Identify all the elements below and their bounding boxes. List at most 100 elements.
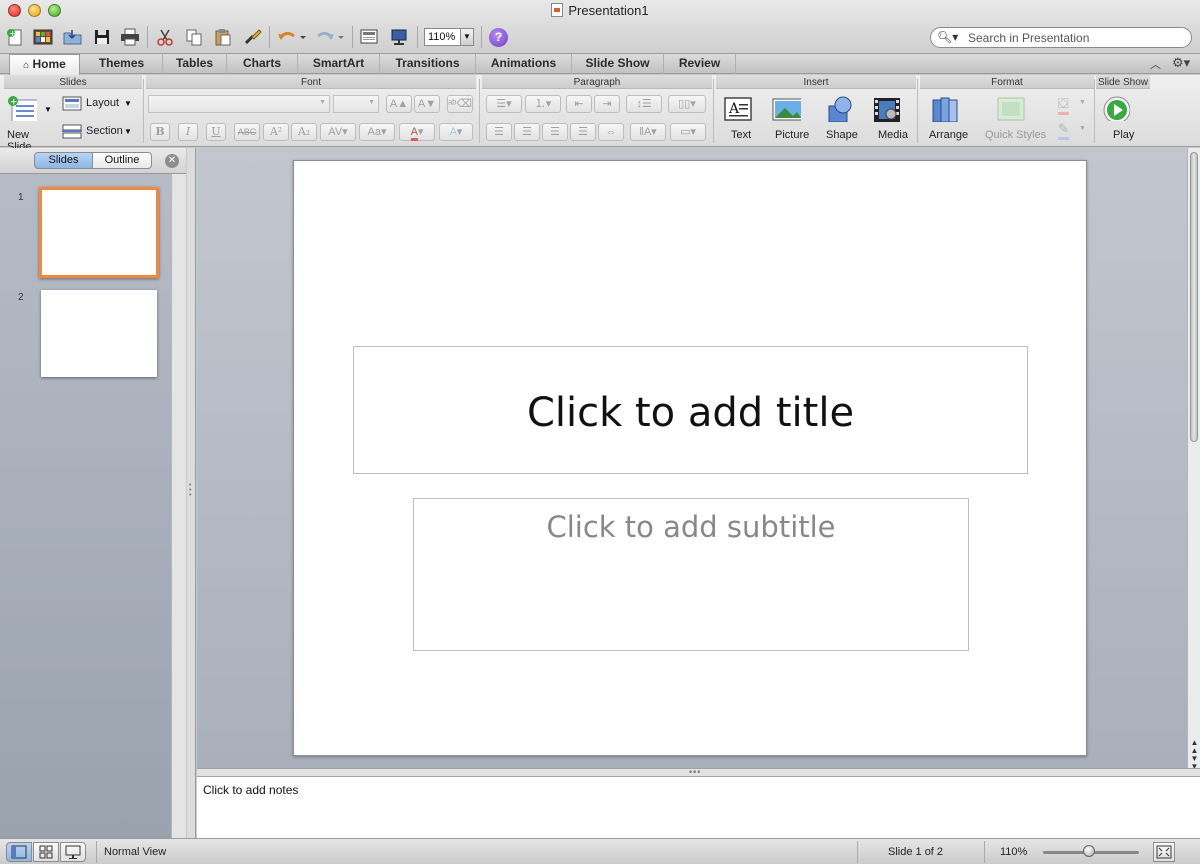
redo-button[interactable]: [313, 27, 345, 47]
columns-button[interactable]: ▯▯▾: [668, 95, 706, 113]
format-painter-button[interactable]: [242, 27, 264, 47]
layout-icon: [62, 96, 82, 111]
shape-line-button[interactable]: ✎ ▼: [1054, 121, 1090, 141]
subscript-button[interactable]: A₂: [291, 123, 317, 141]
clear-formatting-button[interactable]: ᵃᵇ⌫: [447, 95, 473, 113]
print-button[interactable]: [119, 27, 141, 47]
notes-pane[interactable]: Click to add notes: [197, 777, 1200, 838]
fit-to-window-button[interactable]: [1153, 842, 1175, 862]
increase-indent-button[interactable]: ⇥: [594, 95, 620, 113]
change-case-button[interactable]: Aa▾: [359, 123, 395, 141]
bullet-list-icon: ☰▾: [496, 98, 512, 110]
grow-font-button[interactable]: A▲: [386, 95, 412, 113]
decrease-indent-button[interactable]: ⇤: [566, 95, 592, 113]
align-center-button[interactable]: ☰: [514, 123, 540, 141]
paste-button[interactable]: [212, 27, 234, 47]
slide-thumbnail-2[interactable]: [41, 290, 157, 377]
superscript-button[interactable]: A²: [263, 123, 289, 141]
new-slide-button[interactable]: + ▼ New Slide: [4, 93, 56, 153]
shrink-font-button[interactable]: A▼: [414, 95, 440, 113]
zoom-slider-handle[interactable]: [1083, 845, 1095, 857]
slide-thumbnail-1[interactable]: [39, 187, 159, 278]
home-icon: ⌂: [23, 60, 30, 71]
search-icon[interactable]: 🔍︎▾: [937, 30, 958, 44]
previous-next-slide-icon[interactable]: ▲ ▲ ▼ ▼: [1189, 739, 1200, 771]
align-left-button[interactable]: ☰: [486, 123, 512, 141]
tab-home[interactable]: ⌂ Home: [9, 54, 80, 75]
slide-show-toolbar-button[interactable]: [388, 27, 410, 47]
scrollbar-thumb[interactable]: [1190, 152, 1198, 442]
font-size-combobox[interactable]: ▼: [333, 95, 379, 113]
arrange-button[interactable]: Arrange: [926, 93, 974, 143]
distribute-icon: ⇔: [605, 126, 617, 138]
justify-button[interactable]: ☰: [570, 123, 596, 141]
insert-shape-button[interactable]: Shape: [820, 93, 864, 143]
layout-button[interactable]: Layout ▼: [62, 95, 138, 115]
undo-button[interactable]: [275, 27, 307, 47]
chevron-down-icon[interactable]: ▼: [460, 29, 473, 45]
close-pane-icon[interactable]: ✕: [165, 154, 179, 168]
play-button[interactable]: Play: [1098, 93, 1148, 143]
line-spacing-button[interactable]: ↕☰: [626, 95, 662, 113]
shape-fill-button[interactable]: ⛋ ▼: [1054, 95, 1090, 115]
open-button[interactable]: [62, 27, 84, 47]
insert-media-button[interactable]: Media: [868, 93, 914, 143]
font-name-combobox[interactable]: ▼: [148, 95, 330, 113]
underline-button[interactable]: U: [206, 123, 226, 141]
zoom-combobox[interactable]: 110% ▼: [424, 28, 474, 46]
save-button[interactable]: [91, 27, 113, 47]
search-field[interactable]: 🔍︎▾ Search in Presentation: [930, 27, 1192, 48]
strikethrough-button[interactable]: ABC: [234, 123, 260, 141]
gallery-button[interactable]: [32, 27, 54, 47]
tab-review[interactable]: Review: [664, 54, 736, 74]
new-presentation-button[interactable]: +: [4, 27, 26, 47]
align-left-icon: ☰: [494, 126, 504, 138]
slide-editing-area: Click to add title Click to add subtitle: [197, 148, 1187, 768]
quick-styles-button[interactable]: Quick Styles: [982, 93, 1048, 143]
normal-view-button[interactable]: [6, 842, 32, 862]
align-text-button[interactable]: ▭▾: [670, 123, 706, 141]
section-button[interactable]: Section ▼: [62, 123, 138, 143]
tab-tables[interactable]: Tables: [163, 54, 227, 74]
tab-outline[interactable]: Outline: [92, 152, 152, 169]
slide-sorter-view-button[interactable]: [33, 842, 59, 862]
bullets-button[interactable]: ☰▾: [486, 95, 522, 113]
cut-button[interactable]: [154, 27, 176, 47]
font-color-button[interactable]: A▾: [399, 123, 435, 141]
status-separator: [857, 841, 858, 863]
gear-icon[interactable]: ⚙▾: [1172, 55, 1190, 71]
tab-charts[interactable]: Charts: [227, 54, 298, 74]
notes-splitter[interactable]: •••: [197, 767, 1200, 777]
justify-icon: ☰: [578, 126, 588, 138]
pane-splitter[interactable]: • • •: [187, 148, 196, 838]
distribute-button[interactable]: ⇔: [598, 123, 624, 141]
fit-window-icon: [1156, 845, 1172, 859]
normal-view-toolbar-button[interactable]: [358, 27, 380, 47]
tab-slides[interactable]: Slides: [34, 152, 93, 169]
tab-animations[interactable]: Animations: [476, 54, 572, 74]
bold-button[interactable]: B: [150, 123, 170, 141]
subtitle-placeholder[interactable]: Click to add subtitle: [413, 498, 969, 651]
character-spacing-button[interactable]: AV▾: [320, 123, 356, 141]
numbering-button[interactable]: ⒈▾: [525, 95, 561, 113]
title-placeholder[interactable]: Click to add title: [353, 346, 1028, 474]
pane-scrollbar[interactable]: [171, 174, 186, 838]
align-right-button[interactable]: ☰: [542, 123, 568, 141]
current-slide[interactable]: Click to add title Click to add subtitle: [293, 160, 1087, 756]
slide-show-view-button[interactable]: [60, 842, 86, 862]
tab-themes[interactable]: Themes: [81, 54, 163, 74]
tab-slide-show[interactable]: Slide Show: [572, 54, 664, 74]
slide-vertical-scrollbar[interactable]: ▲ ▲ ▼ ▼: [1187, 148, 1200, 771]
text-direction-button[interactable]: ‖A▾: [630, 123, 666, 141]
text-effects-button[interactable]: A▾: [439, 123, 473, 141]
copy-button[interactable]: [183, 27, 205, 47]
tab-transitions[interactable]: Transitions: [380, 54, 476, 74]
help-button[interactable]: ?: [489, 28, 508, 47]
insert-text-button[interactable]: A Text: [720, 93, 764, 143]
collapse-ribbon-icon[interactable]: ︿: [1150, 56, 1161, 72]
font-color-icon: A: [410, 126, 418, 141]
italic-button[interactable]: I: [178, 123, 198, 141]
tab-smartart[interactable]: SmartArt: [298, 54, 380, 74]
toolbar-separator: [269, 26, 270, 48]
insert-picture-button[interactable]: Picture: [768, 93, 816, 143]
